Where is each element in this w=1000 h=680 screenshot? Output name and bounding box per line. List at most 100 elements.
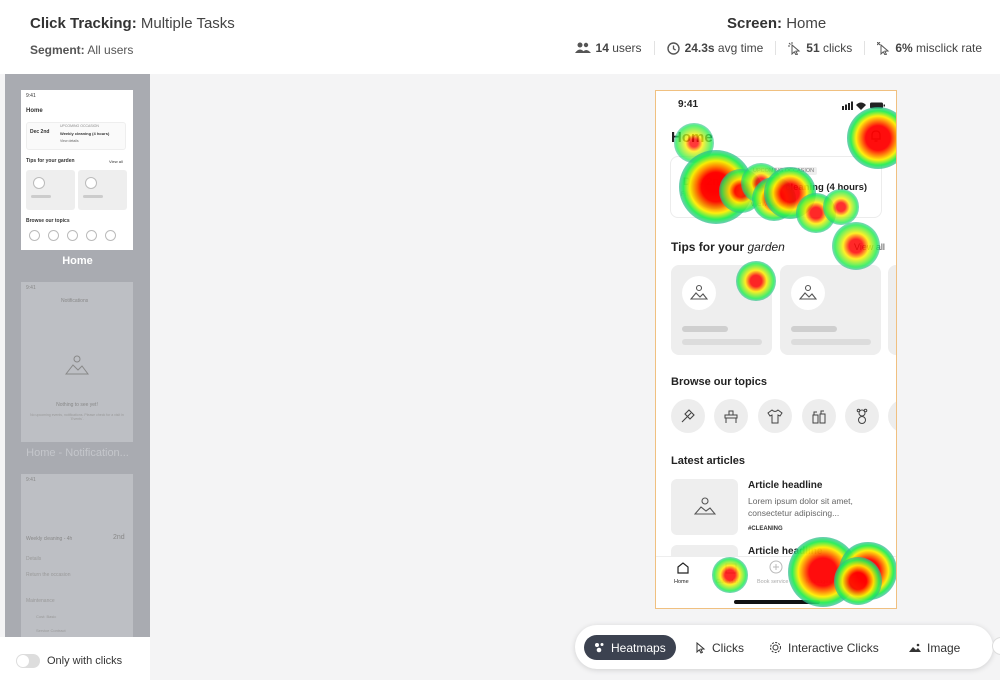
users-count: 14 [595,41,609,55]
thumb-title: Home [26,108,43,114]
screen-thumbnail-notifications[interactable]: 9:41 Notifications Nothing to see yet! N… [21,282,133,442]
occasion-view-details[interactable]: View details [750,199,793,208]
thumb-topic [48,230,59,241]
screen-label-home[interactable]: Home [5,255,150,267]
avg-time-label: avg time [714,41,764,55]
stat-clicks: 51 clicks [776,41,866,55]
segment-label: Segment: [30,43,85,57]
thumb-text: Service Contract [36,628,66,633]
stat-users: 14 users [563,41,655,55]
thumb-text: Return the occasion [26,572,71,578]
topic-cleaning[interactable] [802,399,836,433]
tips-title: Tips for your [671,240,745,254]
title-rest: Multiple Tasks [136,15,235,32]
thumb-desc: No upcoming events, notifications. Pleas… [30,413,124,421]
misclick-icon [877,41,890,55]
avg-time-value: 24.3s [684,41,715,55]
heatmaps-button[interactable]: Heatmaps [584,635,676,660]
only-with-clicks-toggle[interactable] [16,654,40,668]
click-icon [788,41,801,55]
status-time: 9:41 [678,99,699,110]
users-icon [574,42,591,53]
card-divider [742,165,743,209]
nav-messages-label[interactable]: Messages [806,579,831,585]
tips-title-italic: garden [747,240,785,254]
interactive-clicks-button[interactable]: Interactive Clicks [759,635,889,660]
nav-profile-label[interactable]: Profile [854,579,870,585]
clicks-button[interactable]: Clicks [685,635,754,660]
tip-text-bar [682,339,762,345]
article-1-title[interactable]: Article headline [748,480,822,491]
desk-icon [724,410,738,423]
occasion-title: Weekly cleaning (4 hours) [750,182,868,193]
shovel-icon [681,409,695,423]
tip-text-bar [791,326,837,332]
thumb-occ-tag: UPCOMING OCCASION [60,124,99,128]
only-with-clicks-label: Only with clicks [47,655,123,667]
segment-info[interactable]: Segment: All users [30,43,133,57]
clock-icon [666,41,680,55]
tip-card-3[interactable] [888,265,896,355]
page-header: Click Tracking: Multiple Tasks Segment: … [0,0,1000,74]
status-icons [842,101,885,110]
heatmaps-label: Heatmaps [611,640,666,655]
occasion-tag: UPCOMING OCCASION [750,167,818,175]
nav-calendar-label[interactable]: Calendar [716,579,738,585]
screens-sidebar: 9:41 Home Dec 2nd UPCOMING OCCASION Week… [5,74,150,637]
screen-value: Home [782,15,827,32]
stats-bar: 14 users 24.3s avg time 51 clicks 6% mis… [563,41,982,55]
extra-control-button[interactable] [992,637,1000,655]
thumb-time: 9:41 [26,477,36,483]
shirt-icon [767,409,783,424]
clicks-label: Clicks [712,640,744,655]
screen-label-notifications[interactable]: Home - Notification... [5,447,150,459]
thumb-text: Cost: Basic [36,614,57,619]
pointer-icon [696,641,706,654]
image-placeholder-icon [694,497,716,515]
tip-text-bar [682,326,728,332]
interactive-click-icon [770,642,781,653]
nav-book-service-label[interactable]: Book service [757,579,789,585]
topic-kids[interactable] [845,399,879,433]
clicks-count: 51 [806,41,820,55]
thumb-title: Notifications [61,298,89,304]
image-button[interactable]: Image [899,635,970,660]
thumb-occ-title: Weekly cleaning (4 hours) [60,131,110,136]
thumb-browse: Browse our topics [26,218,70,224]
thumb-date: Dec 2nd [30,129,50,135]
thumb-topic [67,230,78,241]
view-all-link[interactable]: View all [854,242,885,252]
article-1-tag: #CLEANING [748,526,783,532]
calendar-icon[interactable] [724,561,738,575]
notification-bell-icon[interactable] [869,129,883,143]
plus-icon[interactable] [769,560,783,574]
nav-home-label[interactable]: Home [674,579,689,585]
home-title: Home [671,129,713,146]
topic-furniture[interactable] [714,399,748,433]
teddy-bear-icon [856,408,868,424]
article-1-excerpt: Lorem ipsum dolor sit amet, consectetur … [748,496,853,518]
phone-screen-heatmap: 9:41 Home Dec 2nd Fri, 10am - 1pm UPCOMI… [655,90,897,609]
image-placeholder-icon [690,284,708,300]
topic-laundry[interactable] [758,399,792,433]
topic-more[interactable] [888,399,896,433]
screen-thumbnail-home[interactable]: 9:41 Home Dec 2nd UPCOMING OCCASION Week… [21,90,133,250]
thumb-tip-icon-1 [33,177,45,189]
occasion-time: Fri, 10am - 1pm [681,192,724,198]
segment-value: All users [84,43,134,57]
thumb-time: 9:41 [26,285,36,291]
home-indicator [734,600,820,604]
thumb-empty: Nothing to see yet! [56,402,98,408]
home-icon[interactable] [676,561,690,575]
thumb-tip-card-1 [26,170,75,210]
screen-thumbnail-details[interactable]: 9:41 Weekly cleaning - 4h 2nd Details Re… [21,474,133,637]
thumb-text: 2nd [113,534,125,541]
clicks-label: clicks [819,41,853,55]
latest-articles-title: Latest articles [671,455,745,467]
image-placeholder-icon [799,284,817,300]
thumb-tip-icon-2 [85,177,97,189]
image-icon [909,643,921,652]
users-label: users [608,41,642,55]
topic-gardening[interactable] [671,399,705,433]
thumb-text: Details [26,556,42,562]
